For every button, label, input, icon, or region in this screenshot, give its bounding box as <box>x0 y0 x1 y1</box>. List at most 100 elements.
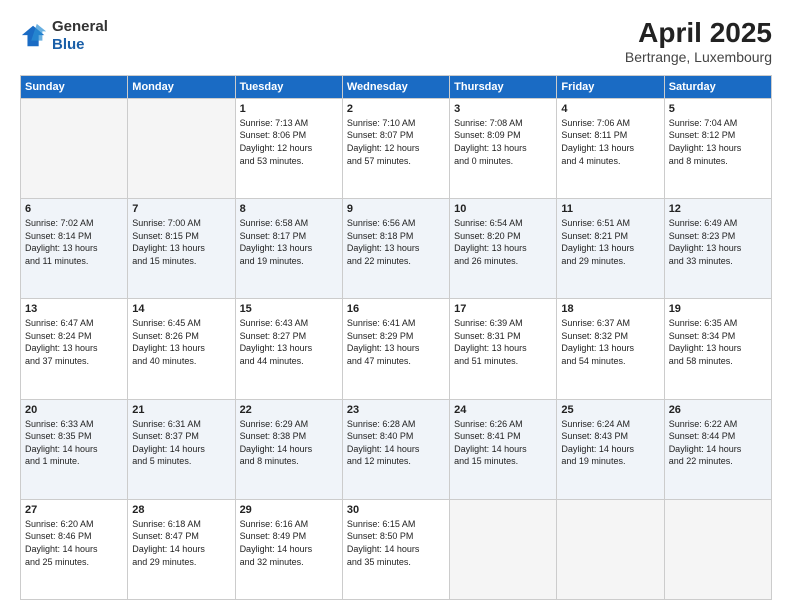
day-number: 2 <box>347 103 445 115</box>
calendar-cell: 30 Sunrise: 6:15 AM Sunset: 8:50 PM Dayli… <box>342 499 449 599</box>
day-info: Sunrise: 7:10 AM Sunset: 8:07 PM Dayligh… <box>347 117 445 167</box>
day-info: Sunrise: 6:35 AM Sunset: 8:34 PM Dayligh… <box>669 317 767 367</box>
day-number: 17 <box>454 303 552 315</box>
day-number: 18 <box>561 303 659 315</box>
day-info: Sunrise: 6:15 AM Sunset: 8:50 PM Dayligh… <box>347 518 445 568</box>
day-info: Sunrise: 6:28 AM Sunset: 8:40 PM Dayligh… <box>347 418 445 468</box>
calendar-cell <box>450 499 557 599</box>
day-number: 10 <box>454 203 552 215</box>
calendar-cell: 9Sunrise: 6:56 AM Sunset: 8:18 PM Daylig… <box>342 199 449 299</box>
header-cell-thursday: Thursday <box>450 75 557 98</box>
day-info: Sunrise: 7:13 AM Sunset: 8:06 PM Dayligh… <box>240 117 338 167</box>
calendar-week-5: 27 Sunrise: 6:20 AM Sunset: 8:46 PM Dayli… <box>21 499 772 599</box>
day-number: 13 <box>25 303 123 315</box>
calendar-cell: 14Sunrise: 6:45 AM Sunset: 8:26 PM Dayli… <box>128 299 235 399</box>
day-number: 24 <box>454 404 552 416</box>
day-info: Sunrise: 6:45 AM Sunset: 8:26 PM Dayligh… <box>132 317 230 367</box>
day-info: Sunrise: 6:49 AM Sunset: 8:23 PM Dayligh… <box>669 217 767 267</box>
day-number: 3 <box>454 103 552 115</box>
calendar-week-1: 1 Sunrise: 7:13 AM Sunset: 8:06 PM Daylig… <box>21 98 772 198</box>
day-info: Sunrise: 6:24 AM Sunset: 8:43 PM Dayligh… <box>561 418 659 468</box>
calendar-cell: 5 Sunrise: 7:04 AM Sunset: 8:12 PM Daylig… <box>664 98 771 198</box>
calendar-cell: 4 Sunrise: 7:06 AM Sunset: 8:11 PM Daylig… <box>557 98 664 198</box>
calendar-cell: 2 Sunrise: 7:10 AM Sunset: 8:07 PM Daylig… <box>342 98 449 198</box>
day-info: Sunrise: 7:04 AM Sunset: 8:12 PM Dayligh… <box>669 117 767 167</box>
day-info: Sunrise: 6:51 AM Sunset: 8:21 PM Dayligh… <box>561 217 659 267</box>
logo-icon <box>20 22 48 50</box>
calendar-cell: 26 Sunrise: 6:22 AM Sunset: 8:44 PM Dayli… <box>664 399 771 499</box>
day-number: 1 <box>240 103 338 115</box>
day-info: Sunrise: 6:47 AM Sunset: 8:24 PM Dayligh… <box>25 317 123 367</box>
header-cell-sunday: Sunday <box>21 75 128 98</box>
calendar-table: SundayMondayTuesdayWednesdayThursdayFrid… <box>20 75 772 600</box>
day-number: 21 <box>132 404 230 416</box>
header-cell-saturday: Saturday <box>664 75 771 98</box>
logo: General Blue <box>20 18 108 54</box>
day-info: Sunrise: 7:02 AM Sunset: 8:14 PM Dayligh… <box>25 217 123 267</box>
day-info: Sunrise: 6:33 AM Sunset: 8:35 PM Dayligh… <box>25 418 123 468</box>
day-number: 5 <box>669 103 767 115</box>
calendar-cell: 13 Sunrise: 6:47 AM Sunset: 8:24 PM Dayli… <box>21 299 128 399</box>
day-info: Sunrise: 6:37 AM Sunset: 8:32 PM Dayligh… <box>561 317 659 367</box>
day-info: Sunrise: 6:54 AM Sunset: 8:20 PM Dayligh… <box>454 217 552 267</box>
calendar-cell <box>664 499 771 599</box>
day-number: 28 <box>132 504 230 516</box>
day-number: 29 <box>240 504 338 516</box>
calendar-cell: 29 Sunrise: 6:16 AM Sunset: 8:49 PM Dayli… <box>235 499 342 599</box>
day-number: 11 <box>561 203 659 215</box>
day-number: 23 <box>347 404 445 416</box>
calendar-cell: 21Sunrise: 6:31 AM Sunset: 8:37 PM Dayli… <box>128 399 235 499</box>
day-number: 27 <box>25 504 123 516</box>
header-row: SundayMondayTuesdayWednesdayThursdayFrid… <box>21 75 772 98</box>
day-number: 25 <box>561 404 659 416</box>
header-cell-tuesday: Tuesday <box>235 75 342 98</box>
day-info: Sunrise: 6:29 AM Sunset: 8:38 PM Dayligh… <box>240 418 338 468</box>
calendar-cell: 3Sunrise: 7:08 AM Sunset: 8:09 PM Daylig… <box>450 98 557 198</box>
day-info: Sunrise: 6:16 AM Sunset: 8:49 PM Dayligh… <box>240 518 338 568</box>
day-info: Sunrise: 6:43 AM Sunset: 8:27 PM Dayligh… <box>240 317 338 367</box>
day-number: 15 <box>240 303 338 315</box>
header: General Blue April 2025 Bertrange, Luxem… <box>20 18 772 65</box>
logo-text: General Blue <box>52 18 108 54</box>
day-number: 12 <box>669 203 767 215</box>
calendar-subtitle: Bertrange, Luxembourg <box>625 49 772 65</box>
page: General Blue April 2025 Bertrange, Luxem… <box>0 0 792 612</box>
calendar-cell <box>128 98 235 198</box>
calendar-cell: 12 Sunrise: 6:49 AM Sunset: 8:23 PM Dayli… <box>664 199 771 299</box>
title-block: April 2025 Bertrange, Luxembourg <box>625 18 772 65</box>
calendar-cell <box>557 499 664 599</box>
day-info: Sunrise: 6:26 AM Sunset: 8:41 PM Dayligh… <box>454 418 552 468</box>
day-info: Sunrise: 6:56 AM Sunset: 8:18 PM Dayligh… <box>347 217 445 267</box>
calendar-week-2: 6 Sunrise: 7:02 AM Sunset: 8:14 PM Daylig… <box>21 199 772 299</box>
day-info: Sunrise: 6:22 AM Sunset: 8:44 PM Dayligh… <box>669 418 767 468</box>
calendar-cell <box>21 98 128 198</box>
calendar-cell: 17Sunrise: 6:39 AM Sunset: 8:31 PM Dayli… <box>450 299 557 399</box>
day-info: Sunrise: 6:18 AM Sunset: 8:47 PM Dayligh… <box>132 518 230 568</box>
calendar-body: 1 Sunrise: 7:13 AM Sunset: 8:06 PM Daylig… <box>21 98 772 599</box>
calendar-cell: 24 Sunrise: 6:26 AM Sunset: 8:41 PM Dayli… <box>450 399 557 499</box>
day-info: Sunrise: 6:41 AM Sunset: 8:29 PM Dayligh… <box>347 317 445 367</box>
day-number: 6 <box>25 203 123 215</box>
day-number: 26 <box>669 404 767 416</box>
calendar-cell: 1 Sunrise: 7:13 AM Sunset: 8:06 PM Daylig… <box>235 98 342 198</box>
calendar-title: April 2025 <box>625 18 772 49</box>
day-number: 19 <box>669 303 767 315</box>
calendar-week-4: 20 Sunrise: 6:33 AM Sunset: 8:35 PM Dayli… <box>21 399 772 499</box>
day-number: 7 <box>132 203 230 215</box>
calendar-cell: 16Sunrise: 6:41 AM Sunset: 8:29 PM Dayli… <box>342 299 449 399</box>
calendar-cell: 18 Sunrise: 6:37 AM Sunset: 8:32 PM Dayli… <box>557 299 664 399</box>
day-info: Sunrise: 7:06 AM Sunset: 8:11 PM Dayligh… <box>561 117 659 167</box>
day-number: 4 <box>561 103 659 115</box>
day-number: 30 <box>347 504 445 516</box>
calendar-cell: 8Sunrise: 6:58 AM Sunset: 8:17 PM Daylig… <box>235 199 342 299</box>
day-number: 20 <box>25 404 123 416</box>
calendar-cell: 20 Sunrise: 6:33 AM Sunset: 8:35 PM Dayli… <box>21 399 128 499</box>
calendar-cell: 11 Sunrise: 6:51 AM Sunset: 8:21 PM Dayli… <box>557 199 664 299</box>
header-cell-wednesday: Wednesday <box>342 75 449 98</box>
calendar-cell: 28 Sunrise: 6:18 AM Sunset: 8:47 PM Dayli… <box>128 499 235 599</box>
calendar-cell: 10 Sunrise: 6:54 AM Sunset: 8:20 PM Dayli… <box>450 199 557 299</box>
day-info: Sunrise: 6:58 AM Sunset: 8:17 PM Dayligh… <box>240 217 338 267</box>
day-number: 22 <box>240 404 338 416</box>
day-info: Sunrise: 6:20 AM Sunset: 8:46 PM Dayligh… <box>25 518 123 568</box>
calendar-cell: 27 Sunrise: 6:20 AM Sunset: 8:46 PM Dayli… <box>21 499 128 599</box>
